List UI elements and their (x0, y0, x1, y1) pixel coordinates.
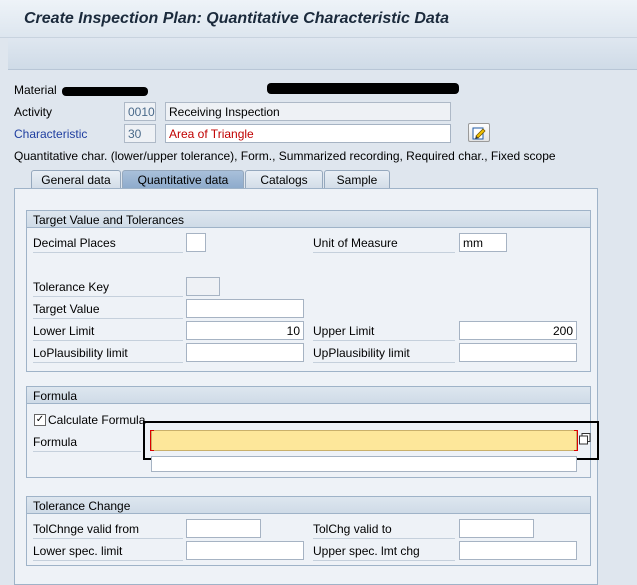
lower-spec-limit-field[interactable] (186, 541, 304, 560)
tab-sample[interactable]: Sample (324, 170, 390, 188)
lo-plausibility-field[interactable] (186, 343, 304, 362)
up-plausibility-label: UpPlausibility limit (313, 346, 455, 363)
activity-field[interactable]: 0010 (124, 102, 156, 121)
activity-desc-field[interactable]: Receiving Inspection (165, 102, 451, 121)
tab-catalogs[interactable]: Catalogs (245, 170, 323, 188)
tab-general-data[interactable]: General data (31, 170, 121, 188)
material-redacted (62, 87, 148, 96)
tol-valid-to-field[interactable] (459, 519, 534, 538)
target-value-field[interactable] (186, 299, 304, 318)
tol-valid-from-label: TolChnge valid from (33, 522, 183, 539)
group-title: Tolerance Change (27, 497, 590, 514)
target-value-label: Target Value (33, 302, 183, 319)
copy-icon[interactable] (579, 433, 591, 445)
characteristic-field[interactable]: 30 (124, 124, 156, 143)
control-indicators-text: Quantitative char. (lower/upper toleranc… (14, 149, 556, 163)
tolerance-key-field[interactable] (186, 277, 220, 296)
up-plausibility-field[interactable] (459, 343, 577, 362)
unit-of-measure-label: Unit of Measure (313, 236, 455, 253)
tol-valid-to-label: TolChg valid to (313, 522, 455, 539)
material-label: Material (14, 83, 57, 97)
formula-label: Formula (33, 435, 141, 452)
decimal-places-field[interactable] (186, 233, 206, 252)
lower-limit-label: Lower Limit (33, 324, 183, 341)
upper-limit-label: Upper Limit (313, 324, 455, 341)
material-desc-redacted (267, 83, 459, 94)
decimal-places-label: Decimal Places (33, 236, 183, 253)
lo-plausibility-label: LoPlausibility limit (33, 346, 183, 363)
lower-limit-field[interactable]: 10 (186, 321, 304, 340)
calculate-formula-checkbox[interactable]: ✓ (34, 414, 46, 426)
activity-label: Activity (14, 105, 53, 119)
group-title: Target Value and Tolerances (27, 211, 590, 228)
calculate-formula-label: Calculate Formula (48, 413, 146, 427)
lower-spec-limit-label: Lower spec. limit (33, 544, 183, 561)
field-bracket-left (150, 430, 154, 451)
formula-input[interactable] (151, 430, 577, 451)
edit-button[interactable] (468, 123, 490, 142)
edit-pencil-icon (472, 127, 486, 139)
unit-of-measure-field[interactable]: mm (459, 233, 507, 252)
tab-quantitative-data[interactable]: Quantitative data (122, 170, 244, 188)
upper-spec-limit-label: Upper spec. lmt chg (313, 544, 455, 561)
tolerance-key-label: Tolerance Key (33, 280, 183, 297)
characteristic-desc-field[interactable]: Area of Triangle (165, 124, 451, 143)
upper-limit-field[interactable]: 200 (459, 321, 577, 340)
upper-spec-limit-field[interactable] (459, 541, 577, 560)
field-bracket-right (574, 430, 578, 451)
group-title: Formula (27, 387, 590, 404)
application-toolbar (8, 38, 637, 70)
characteristic-label[interactable]: Characteristic (14, 127, 87, 141)
tol-valid-from-field[interactable] (186, 519, 261, 538)
formula-continuation-field[interactable] (151, 456, 577, 472)
page-title: Create Inspection Plan: Quantitative Cha… (24, 10, 450, 27)
